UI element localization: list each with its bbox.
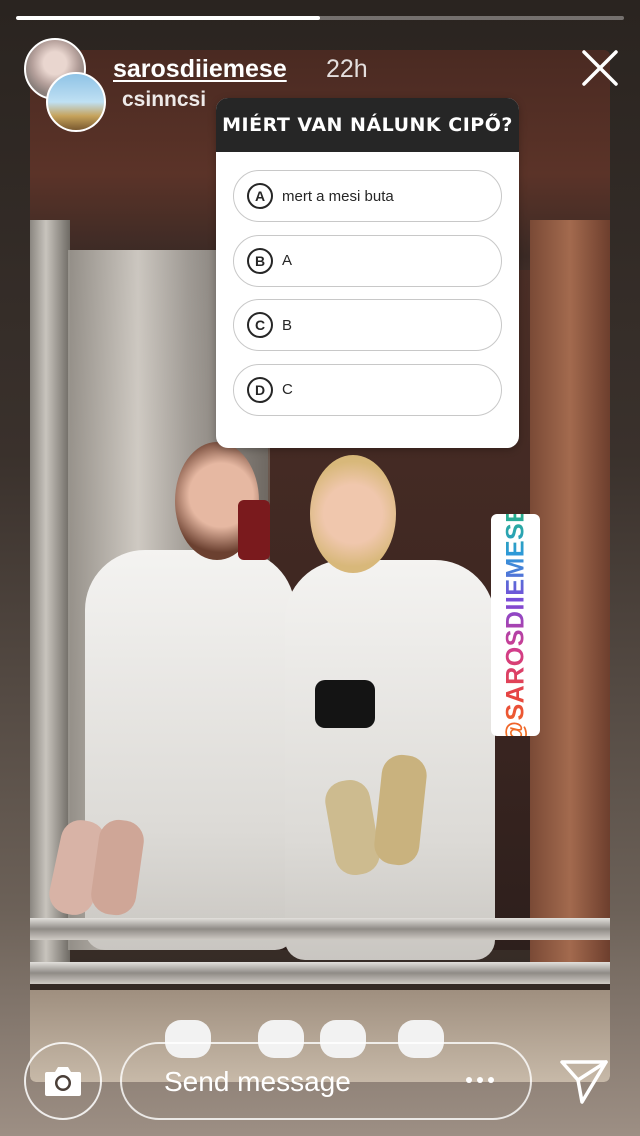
mention-text: @SAROSDIIEMESE [501,514,530,736]
quiz-question: MIÉRT VAN NÁLUNK CIPŐ? [216,98,519,152]
tagged-username[interactable]: csinncsi [122,88,206,112]
send-message-placeholder: Send message [164,1066,351,1097]
close-button[interactable] [578,46,622,90]
story-timestamp: 22h [326,55,368,83]
option-text: C [282,381,293,398]
avatar-group[interactable] [24,38,108,132]
option-letter: C [247,312,273,338]
quiz-option-a[interactable]: A mert a mesi buta [233,170,502,222]
story-viewer: sarosdiiemese 22h csinncsi MIÉRT VAN NÁL… [0,0,640,1136]
paper-plane-icon [560,1060,608,1104]
mention-sticker[interactable]: @SAROSDIIEMESE [491,514,540,736]
quiz-sticker: MIÉRT VAN NÁLUNK CIPŐ? A mert a mesi but… [216,98,519,448]
option-letter: B [247,247,273,274]
quiz-option-d[interactable]: D C [233,363,502,416]
option-text: mert a mesi buta [282,187,394,205]
tagged-user-avatar[interactable] [46,72,106,132]
story-progress-bar [16,16,624,20]
username[interactable]: sarosdiiemese [113,55,287,84]
option-text: A [282,252,293,269]
share-button[interactable] [556,1052,612,1108]
close-icon [582,50,618,86]
camera-button[interactable] [24,1042,102,1120]
story-progress-fill [16,16,320,20]
more-options-button[interactable] [460,1062,500,1098]
option-letter: A [247,183,273,209]
option-letter: D [247,376,273,403]
camera-icon [45,1067,81,1096]
quiz-option-b[interactable]: B A [233,234,502,287]
quiz-option-c[interactable]: C B [233,299,502,351]
more-icon [464,1077,497,1083]
option-text: B [282,316,293,334]
